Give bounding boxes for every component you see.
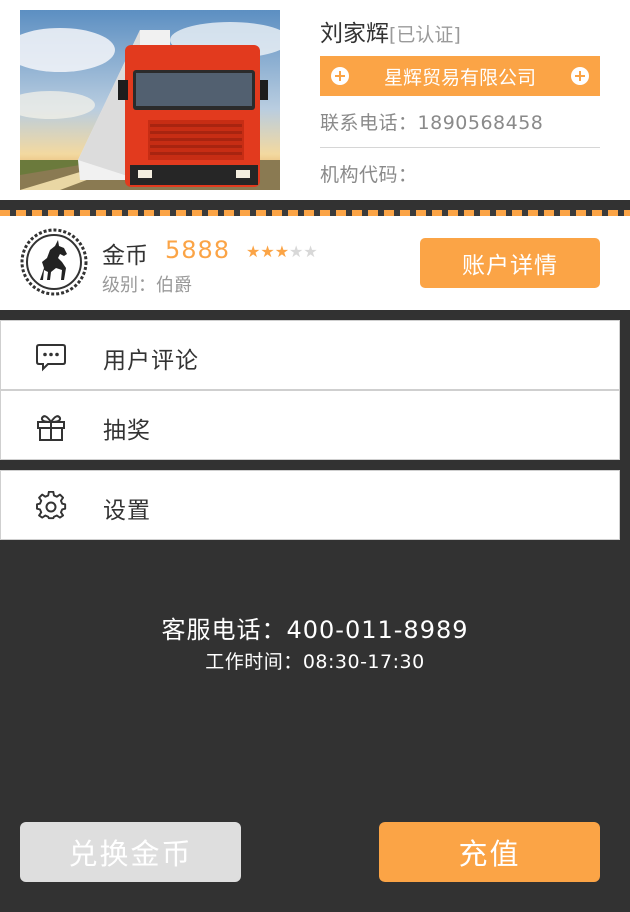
- profile-card: 刘家辉[已认证] 星辉贸易有限公司 联系电话：1890568458 机构代码：: [0, 0, 630, 200]
- service-phone[interactable]: 客服电话：400-011-8989: [0, 610, 630, 645]
- service-hours: 工作时间：08:30-17:30: [0, 647, 630, 674]
- menu-item-settings[interactable]: 设置: [0, 470, 620, 540]
- service-phone-value: 400-011-8989: [286, 616, 469, 644]
- org-code-line: 机构代码：: [320, 160, 418, 187]
- star-icon: ★: [303, 242, 318, 261]
- menu-label: 用户评论: [103, 348, 199, 374]
- gear-icon: [35, 490, 67, 523]
- service-hours-value: 08:30-17:30: [302, 651, 425, 673]
- service-hours-label: 工作时间：: [205, 651, 303, 673]
- phone-label: 联系电话：: [320, 112, 418, 134]
- verified-badge: [已认证]: [389, 24, 461, 46]
- plus-icon: [571, 67, 589, 85]
- company-name: 星辉贸易有限公司: [383, 66, 536, 89]
- coin-card: 金币 5888 ★★★★★ 级别：伯爵 账户详情: [0, 216, 630, 310]
- user-name: 刘家辉: [320, 21, 389, 47]
- phone-value: 1890568458: [417, 112, 544, 134]
- coin-balance: 5888: [165, 236, 231, 264]
- star-icon: ★: [274, 242, 290, 261]
- menu-label: 抽奖: [103, 418, 151, 444]
- profile-photo[interactable]: [20, 10, 280, 190]
- level-line: 级别：伯爵: [102, 271, 192, 297]
- star-icon: ★: [260, 242, 275, 261]
- level-label: 级别：: [102, 275, 156, 296]
- unicorn-badge-icon: [20, 228, 88, 296]
- exchange-coins-button[interactable]: 兑换金币: [20, 822, 241, 882]
- recharge-button[interactable]: 充值: [379, 822, 600, 882]
- level-value: 伯爵: [156, 275, 192, 296]
- divider: [320, 147, 600, 148]
- coin-label: 金币: [102, 243, 148, 269]
- contact-phone-line: 联系电话：1890568458: [320, 108, 543, 135]
- star-icon: ★: [246, 242, 261, 261]
- gift-icon: [35, 411, 67, 443]
- menu-item-reviews[interactable]: 用户评论: [0, 320, 620, 390]
- rating-stars: ★★★★★: [246, 242, 318, 261]
- star-icon: ★: [289, 242, 304, 261]
- plus-icon: [331, 67, 349, 85]
- user-name-row: 刘家辉[已认证]: [320, 14, 461, 48]
- org-code-label: 机构代码：: [320, 164, 418, 186]
- company-bar[interactable]: 星辉贸易有限公司: [320, 56, 600, 96]
- chat-bubble-icon: [35, 341, 67, 373]
- account-details-button[interactable]: 账户详情: [420, 238, 600, 288]
- menu-item-lottery[interactable]: 抽奖: [0, 390, 620, 460]
- menu-label: 设置: [103, 498, 151, 524]
- service-phone-label: 客服电话：: [161, 616, 287, 644]
